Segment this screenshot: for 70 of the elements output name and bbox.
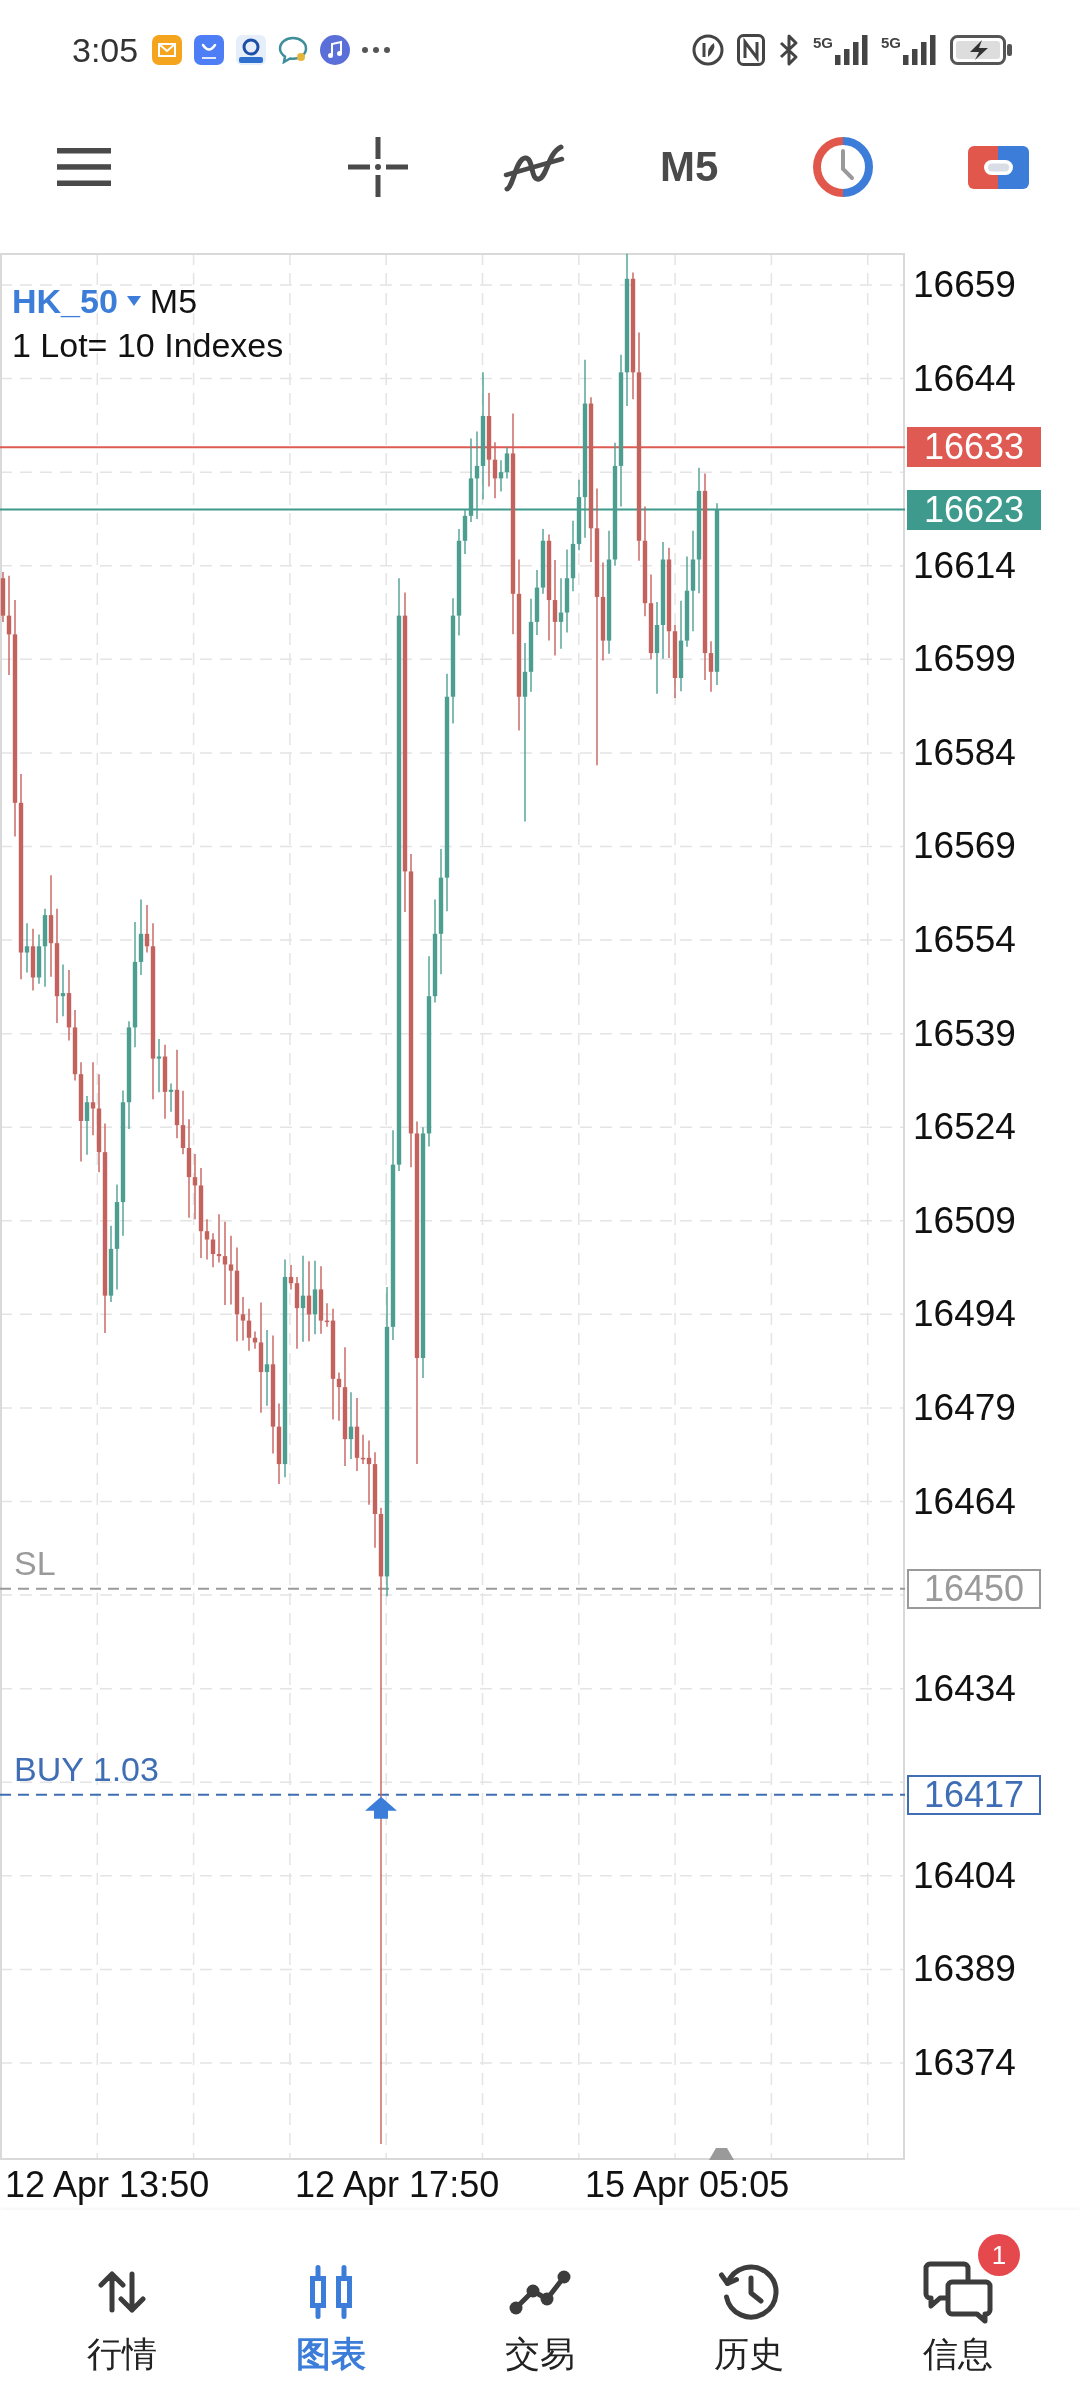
level-price-tag: 16450 (907, 1568, 1041, 1609)
caret-down-icon[interactable] (126, 296, 141, 306)
rising-candle (156, 1038, 162, 1093)
price-axis-label: 16494 (913, 1292, 1016, 1337)
time-axis-label: 12 Apr 13:50 (5, 2163, 211, 2207)
nav-tab[interactable]: 历史 (644, 2210, 853, 2400)
rising-candle (168, 1082, 174, 1113)
time-axis-label: 15 Apr 05:05 (585, 2163, 791, 2207)
network-type-label: 5G (881, 35, 901, 50)
lot-size-text: 1 Lot= 10 Indexes (12, 325, 284, 366)
price-axis-label: 16554 (913, 918, 1016, 963)
clock-icon[interactable] (813, 137, 874, 197)
up-down-arrows-icon (97, 2271, 146, 2313)
level-label: SL (14, 1542, 56, 1583)
nav-tab[interactable]: 图表 (226, 2210, 435, 2400)
status-time: 3:05 (72, 30, 139, 70)
candlestick-icon (308, 2265, 353, 2319)
timeframe-label: M5 (149, 281, 198, 322)
battery-charging-icon (950, 35, 1012, 65)
price-axis-label: 16524 (913, 1105, 1016, 1150)
rising-candle (24, 922, 30, 974)
bluetooth-icon (777, 33, 800, 67)
circle-leaf-icon (691, 34, 724, 66)
timeframe-button[interactable]: M5 (660, 142, 719, 192)
price-axis-label: 16599 (913, 637, 1016, 682)
price-axis-label: 16509 (913, 1198, 1016, 1243)
rising-candle (348, 1391, 354, 1460)
nav-tab[interactable]: 行情 (17, 2210, 226, 2400)
price-axis-label: 16659 (913, 263, 1016, 307)
notification-badge: 1 (978, 2234, 1020, 2276)
squiggle-icon[interactable] (503, 141, 565, 193)
price-axis-label: 16434 (913, 1666, 1016, 1711)
level-price-tag: 16417 (907, 1774, 1041, 1815)
nfc-icon (736, 34, 765, 66)
music-note-icon (320, 35, 351, 65)
price-axis-label: 16404 (913, 1853, 1016, 1898)
time-axis-label: 12 Apr 17:50 (295, 2163, 501, 2207)
price-axis-label: 16464 (913, 1479, 1016, 1524)
price-axis-label: 16374 (913, 2041, 1016, 2085)
shift-marker-icon[interactable] (709, 2148, 734, 2160)
price-tag: 16623 (907, 489, 1041, 530)
more-dots-icon (362, 47, 391, 53)
price-axis-label: 16569 (913, 824, 1016, 869)
nav-tab[interactable]: 交易 (435, 2210, 644, 2400)
price-axis-label: 16584 (913, 730, 1016, 775)
price-axis-label: 16389 (913, 1947, 1016, 1992)
nav-tab[interactable]: 信息 1 (853, 2210, 1062, 2400)
rising-candle (84, 1095, 90, 1156)
price-axis-label: 16644 (913, 356, 1016, 401)
split-tile-icon[interactable] (968, 145, 1030, 189)
price-axis-label: 16479 (913, 1385, 1016, 1430)
signal-bars-icon (835, 35, 869, 65)
price-tag: 16633 (907, 427, 1041, 468)
mail-app-icon (152, 35, 183, 65)
chat-icon (922, 2260, 993, 2324)
history-icon (718, 2264, 779, 2320)
rising-candle (60, 963, 66, 1017)
falling-candle (30, 928, 36, 992)
bag-app-icon (194, 35, 225, 65)
network-type-label: 5G (812, 35, 833, 50)
level-label: BUY 1.03 (14, 1748, 159, 1789)
crosshair-icon[interactable] (348, 137, 408, 197)
price-axis-label: 16539 (913, 1011, 1016, 1056)
symbol-name[interactable]: HK_50 (12, 279, 118, 323)
line-chart-icon (508, 2268, 571, 2316)
logo-app-icon (236, 35, 267, 65)
menu-icon[interactable] (57, 148, 111, 186)
signal-bars-icon (903, 35, 937, 65)
price-axis-label: 16614 (913, 543, 1016, 588)
chat-bubble-icon (278, 36, 309, 64)
